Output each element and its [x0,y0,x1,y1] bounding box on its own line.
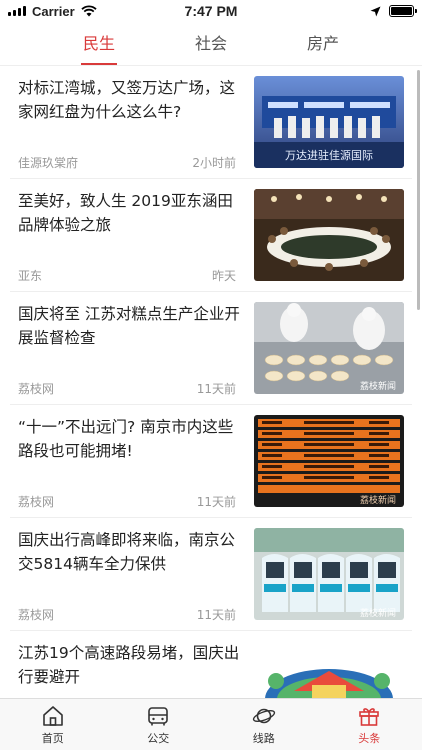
news-title: 江苏19个高速路段易堵，国庆出行要避开 [18,644,240,686]
gift-icon [359,707,380,726]
tab-shehui[interactable]: 社会 [155,22,267,65]
news-list[interactable]: 对标江湾城，又签万达广场，这家网红盘为什么这么牛? 佳源玖棠府 2小时前 万达进… [0,66,422,698]
news-title: 对标江湾城，又签万达广场，这家网红盘为什么这么牛? [18,79,236,121]
news-source: 荔枝网 [18,382,55,396]
tab-bar-label: 首页 [41,731,64,745]
tab-bar-route[interactable]: 线路 [211,699,317,750]
location-arrow-icon [370,6,381,16]
news-item[interactable]: 对标江湾城，又签万达广场，这家网红盘为什么这么牛? 佳源玖棠府 2小时前 万达进… [10,66,412,179]
tab-bar-label: 头条 [358,731,381,745]
planet-icon [252,708,275,723]
news-item[interactable]: 至美好，致人生 2019亚东涵田品牌体验之旅 亚东 昨天 [10,179,412,292]
news-thumbnail [254,189,404,281]
news-thumbnail [254,641,404,698]
news-time: 11天前 [196,495,236,509]
news-title: “十一”不出远门? 南京市内这些路段也可能拥堵! [18,418,234,460]
news-title: 国庆出行高峰即将来临，南京公交5814辆车全力保供 [18,531,236,573]
thumb-watermark: 荔枝新闻 [360,494,396,506]
news-item[interactable]: 国庆出行高峰即将来临，南京公交5814辆车全力保供 荔枝网 11天前 荔枝新闻 [10,518,412,631]
news-item[interactable]: 国庆将至 江苏对糕点生产企业开展监督检查 荔枝网 11天前 荔枝新闻 [10,292,412,405]
status-time: 7:47 PM [184,3,238,19]
news-time: 2小时前 [192,156,236,170]
tab-bar-label: 公交 [147,731,170,745]
tab-bar-home[interactable]: 首页 [0,699,106,750]
tab-bar-bus[interactable]: 公交 [106,699,212,750]
news-time: 11天前 [196,382,236,396]
news-item[interactable]: “十一”不出远门? 南京市内这些路段也可能拥堵! 荔枝网 11天前 荔枝新闻 [10,405,412,518]
status-right [370,5,417,17]
thumb-caption: 万达进驻佳源国际 [285,148,373,162]
news-meta: 佳源玖棠府 2小时前 [18,154,236,171]
thumb-watermark: 荔枝新闻 [360,607,396,619]
news-time: 昨天 [211,269,236,283]
news-meta: 荔枝网 11天前 [18,380,236,397]
news-item[interactable]: 江苏19个高速路段易堵，国庆出行要避开 [10,631,412,698]
news-source: 荔枝网 [18,608,55,622]
news-title: 国庆将至 江苏对糕点生产企业开展监督检查 [18,305,240,347]
news-time: 11天前 [196,608,236,622]
news-thumbnail: 荔枝新闻 [254,528,404,620]
home-icon [42,705,63,726]
news-thumbnail: 荔枝新闻 [254,415,404,507]
news-meta: 亚东 昨天 [18,267,236,284]
news-meta: 荔枝网 11天前 [18,493,236,510]
tab-bar: 首页 公交 线路 头条 [0,698,422,750]
tab-bar-headlines[interactable]: 头条 [317,699,422,750]
tab-minsheng[interactable]: 民生 [43,22,155,65]
news-title: 至美好，致人生 2019亚东涵田品牌体验之旅 [18,192,233,234]
category-tabs: 民生 社会 房产 [0,22,422,66]
news-thumbnail: 荔枝新闻 [254,302,404,394]
thumb-watermark: 荔枝新闻 [360,380,396,392]
news-meta: 荔枝网 11天前 [18,606,236,623]
news-thumbnail: 万达进驻佳源国际 [254,76,404,168]
status-bar: Carrier 7:47 PM [0,0,422,22]
tab-bar-label: 线路 [252,731,275,745]
scrollbar[interactable] [417,70,420,310]
news-source: 佳源玖棠府 [18,156,79,170]
battery-icon [389,5,417,17]
tab-fangchan[interactable]: 房产 [267,22,379,65]
news-source: 荔枝网 [18,495,55,509]
news-source: 亚东 [18,269,43,283]
bus-icon [148,706,169,725]
